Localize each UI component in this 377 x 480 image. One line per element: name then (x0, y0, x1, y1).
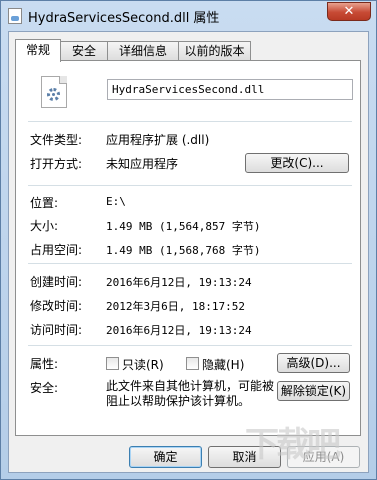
readonly-label[interactable]: 只读(R) (122, 356, 164, 373)
dll-gear-file-icon (41, 76, 67, 108)
properties-window: HydraServicesSecond.dll 属性 ✕ 常规 安全 详细信息 … (0, 0, 377, 480)
separator (28, 121, 352, 122)
tab-previous-versions[interactable]: 以前的版本 (178, 41, 251, 61)
size-on-disk-label: 占用空间: (30, 243, 83, 257)
close-icon: ✕ (343, 4, 355, 19)
accessed-label: 访问时间: (30, 323, 83, 337)
dialog-client: 常规 安全 详细信息 以前的版本 HydraServicesSecond.dll… (8, 31, 369, 473)
window-title: HydraServicesSecond.dll 属性 (28, 11, 220, 26)
unblock-button[interactable]: 解除锁定(K) (277, 381, 350, 401)
security-warning-text: 此文件来自其他计算机，可能被阻止以帮助保护该计算机。 (106, 379, 275, 408)
hidden-label[interactable]: 隐藏(H) (202, 356, 244, 373)
close-button[interactable]: ✕ (327, 2, 371, 21)
created-label: 创建时间: (30, 275, 83, 289)
attributes-label: 属性: (30, 357, 59, 371)
watermark-logo: 下载吧 (245, 425, 341, 465)
separator (28, 185, 352, 186)
separator (28, 345, 352, 346)
tab-security[interactable]: 安全 (60, 41, 108, 61)
file-type-value: 应用程序扩展 (.dll) (106, 133, 210, 147)
created-value: 2016年6月12日, 19:13:24 (106, 276, 252, 289)
location-value: E:\ (106, 195, 126, 208)
change-button[interactable]: 更改(C)... (245, 153, 349, 173)
accessed-value: 2016年6月12日, 19:13:24 (106, 324, 252, 337)
separator (28, 263, 352, 264)
hidden-checkbox[interactable] (186, 357, 199, 370)
open-with-value: 未知应用程序 (106, 157, 179, 171)
modified-label: 修改时间: (30, 299, 83, 313)
modified-value: 2012年3月6日, 18:17:52 (106, 300, 245, 313)
gear-icon (47, 88, 60, 101)
file-icon (8, 8, 22, 24)
title-bar[interactable]: HydraServicesSecond.dll 属性 ✕ (1, 1, 376, 31)
size-value: 1.49 MB (1,564,857 字节) (106, 220, 261, 233)
size-label: 大小: (30, 219, 59, 233)
general-panel: HydraServicesSecond.dll 文件类型: 应用程序扩展 (.d… (15, 60, 361, 436)
ok-button[interactable]: 确定 (129, 446, 202, 468)
file-type-label: 文件类型: (30, 133, 83, 147)
tab-details[interactable]: 详细信息 (107, 41, 179, 61)
open-with-label: 打开方式: (30, 157, 83, 171)
readonly-checkbox[interactable] (106, 357, 119, 370)
location-label: 位置: (30, 196, 59, 210)
advanced-button[interactable]: 高级(D)... (277, 353, 350, 373)
size-on-disk-value: 1.49 MB (1,568,768 字节) (106, 244, 261, 257)
tab-general[interactable]: 常规 (15, 39, 61, 62)
security-label: 安全: (30, 381, 59, 395)
file-name-input[interactable]: HydraServicesSecond.dll (107, 79, 353, 100)
